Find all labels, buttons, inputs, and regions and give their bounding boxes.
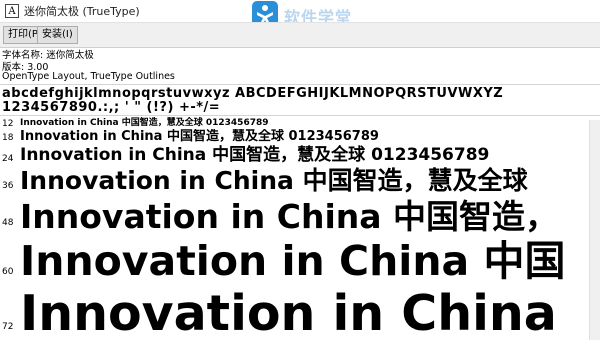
sample-text: Innovation in China [20, 288, 557, 340]
sample-row-60: 60 Innovation in China 中国 [0, 240, 590, 290]
charset-line-1: abcdefghijklmnopqrstuvwxyz ABCDEFGHIJKLM… [2, 86, 504, 101]
toolbar: 打印(P) 安装(I) [0, 22, 600, 48]
size-label: 12 [2, 119, 14, 129]
size-label: 72 [2, 322, 14, 332]
sample-row-48: 48 Innovation in China 中国智造， [0, 197, 590, 242]
size-label: 60 [2, 267, 14, 277]
size-label: 36 [2, 181, 14, 191]
sample-text: Innovation in China 中国智造，慧及全球 0123456789 [20, 118, 269, 128]
font-features-line: OpenType Layout, TrueType Outlines [2, 71, 175, 82]
sample-row-18: 18 Innovation in China 中国智造，慧及全球 0123456… [0, 129, 590, 145]
sample-text: Innovation in China 中国 [20, 240, 566, 285]
window-title: 迷你简太极 (TrueType) [24, 5, 140, 18]
charset-line-2: 1234567890.:,; ' " (!?) +-*/= [2, 100, 221, 115]
sample-text: Innovation in China 中国智造，慧及全球 0123456789 [20, 129, 379, 144]
install-button[interactable]: 安装(I) [37, 26, 78, 44]
size-label: 24 [2, 154, 14, 164]
sample-row-36: 36 Innovation in China 中国智造，慧及全球 [0, 166, 590, 198]
sample-text: Innovation in China 中国智造， [20, 197, 559, 236]
font-file-icon: A [5, 4, 19, 18]
sample-row-24: 24 Innovation in China 中国智造，慧及全球 0123456… [0, 145, 590, 167]
vertical-scrollbar[interactable] [589, 120, 600, 340]
size-label: 48 [2, 218, 14, 228]
sample-text: Innovation in China 中国智造，慧及全球 0123456789 [20, 145, 490, 165]
divider [0, 115, 600, 116]
sample-text: Innovation in China 中国智造，慧及全球 [20, 166, 528, 195]
divider [0, 84, 600, 85]
title-bar: A 迷你简太极 (TrueType) 软件学堂 [0, 0, 600, 27]
size-label: 18 [2, 133, 14, 143]
sample-row-72: 72 Innovation in China [0, 288, 590, 340]
